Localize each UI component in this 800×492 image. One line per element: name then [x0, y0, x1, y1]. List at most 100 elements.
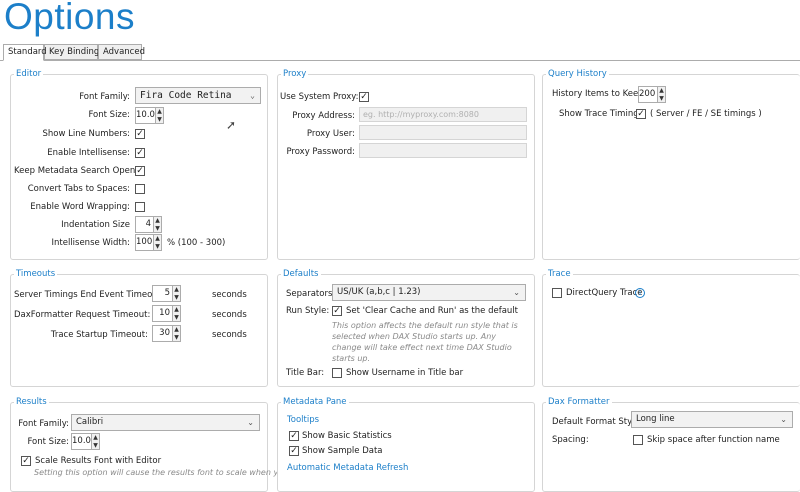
chevron-down-icon: ⌄ — [250, 91, 255, 100]
server-timings-timeout-input[interactable]: 5 — [152, 285, 173, 302]
mouse-cursor-icon: ➚ — [226, 118, 237, 132]
show-sample-data-label: Show Sample Data — [302, 446, 383, 456]
defaults-group-title: Defaults — [281, 269, 321, 279]
convert-tabs-label: Convert Tabs to Spaces: — [27, 184, 130, 194]
editor-font-size-stepper[interactable]: ▲ ▼ — [155, 107, 164, 124]
convert-tabs-checkbox[interactable] — [135, 184, 145, 194]
spin-up-icon[interactable]: ▲ — [92, 434, 99, 442]
info-icon[interactable]: i — [635, 288, 645, 298]
spin-down-icon[interactable]: ▼ — [658, 95, 665, 103]
chevron-down-icon: ⌄ — [513, 288, 520, 297]
scale-results-font-checkbox[interactable]: ✓ — [21, 456, 31, 466]
intellisense-width-input[interactable]: 100 — [135, 234, 154, 251]
daxformatter-timeout-unit: seconds — [212, 310, 247, 320]
skip-space-checkbox[interactable] — [633, 435, 643, 445]
history-items-stepper[interactable]: ▲ ▼ — [657, 86, 666, 103]
server-timings-timeout-label: Server Timings End Event Timeout: — [14, 290, 164, 300]
show-trace-timings-label: Show Trace Timings: — [559, 109, 646, 119]
daxformatter-timeout-label: DaxFormatter Request Timeout: — [14, 310, 151, 320]
page-title: Options — [4, 0, 136, 37]
spin-up-icon[interactable]: ▲ — [154, 235, 161, 243]
tab-standard[interactable]: Standard — [3, 44, 47, 61]
history-items-input[interactable]: 200 — [638, 86, 658, 103]
daxformatter-timeout-input[interactable]: 10 — [152, 305, 173, 322]
proxy-password-input[interactable] — [359, 143, 527, 158]
spin-up-icon[interactable]: ▲ — [658, 87, 665, 95]
proxy-group-title: Proxy — [281, 69, 309, 79]
spin-up-icon[interactable]: ▲ — [154, 217, 161, 225]
directquery-trace-label: DirectQuery Trace — [566, 288, 643, 298]
trace-timings-note: ( Server / FE / SE timings ) — [650, 109, 762, 119]
separators-label: Separators: — [286, 289, 336, 299]
run-style-note: This option affects the default run styl… — [332, 321, 518, 363]
tab-strip-divider — [0, 60, 800, 61]
query-history-group — [542, 74, 800, 260]
query-history-group-title: Query History — [546, 69, 609, 79]
proxy-password-label: Proxy Password: — [286, 147, 355, 157]
indentation-size-label: Indentation Size — [61, 220, 130, 230]
dax-formatter-group-title: Dax Formatter — [546, 397, 612, 407]
show-line-numbers-checkbox[interactable]: ✓ — [135, 129, 145, 139]
enable-intellisense-label: Enable Intellisense: — [47, 148, 130, 158]
proxy-address-label: Proxy Address: — [292, 111, 355, 121]
spin-down-icon[interactable]: ▼ — [173, 294, 180, 302]
results-font-size-input[interactable]: 10.0 — [71, 433, 92, 450]
tab-key-bindings[interactable]: Key Bindings — [44, 44, 104, 60]
intellisense-width-stepper[interactable]: ▲ ▼ — [153, 234, 162, 251]
spin-down-icon[interactable]: ▼ — [92, 442, 99, 450]
trace-startup-timeout-label: Trace Startup Timeout: — [50, 330, 148, 340]
spin-up-icon[interactable]: ▲ — [173, 326, 180, 334]
server-timings-timeout-stepper[interactable]: ▲ ▼ — [172, 285, 181, 302]
daxformatter-timeout-stepper[interactable]: ▲ ▼ — [172, 305, 181, 322]
chevron-down-icon: ⌄ — [780, 415, 787, 424]
separators-dropdown[interactable]: US/UK (a,b,c | 1.23) ⌄ — [332, 284, 526, 301]
results-font-family-dropdown[interactable]: Calibri ⌄ — [71, 414, 260, 431]
server-timings-timeout-unit: seconds — [212, 290, 247, 300]
spin-down-icon[interactable]: ▼ — [154, 225, 161, 233]
spin-up-icon[interactable]: ▲ — [156, 108, 163, 116]
history-items-label: History Items to Keep: — [552, 89, 647, 99]
trace-startup-timeout-input[interactable]: 30 — [152, 325, 173, 342]
spin-up-icon[interactable]: ▲ — [173, 286, 180, 294]
intellisense-width-range: % (100 - 300) — [167, 238, 226, 248]
spin-down-icon[interactable]: ▼ — [173, 314, 180, 322]
spin-down-icon[interactable]: ▼ — [154, 243, 161, 251]
results-font-family-label: Font Family: — [18, 419, 69, 429]
tooltips-header: Tooltips — [287, 415, 320, 425]
editor-font-family-dropdown[interactable]: Fira Code Retina ⌄ — [135, 87, 261, 104]
show-trace-timings-checkbox[interactable]: ✓ — [636, 109, 646, 119]
show-basic-statistics-checkbox[interactable]: ✓ — [289, 431, 299, 441]
show-line-numbers-label: Show Line Numbers: — [42, 129, 131, 139]
use-system-proxy-checkbox[interactable]: ✓ — [359, 92, 369, 102]
directquery-trace-checkbox[interactable] — [552, 288, 562, 298]
skip-space-label: Skip space after function name — [647, 435, 780, 445]
keep-metadata-search-open-checkbox[interactable]: ✓ — [135, 166, 145, 176]
proxy-address-input[interactable]: eg. http://myproxy.com:8080 — [359, 107, 527, 122]
spin-up-icon[interactable]: ▲ — [173, 306, 180, 314]
title-bar-label: Title Bar: — [286, 368, 325, 378]
chevron-down-icon: ⌄ — [247, 418, 254, 427]
indentation-size-stepper[interactable]: ▲ ▼ — [153, 216, 162, 233]
enable-intellisense-checkbox[interactable]: ✓ — [135, 148, 145, 158]
automatic-metadata-refresh-header: Automatic Metadata Refresh — [287, 463, 409, 473]
run-style-checkbox[interactable]: ✓ — [332, 306, 342, 316]
default-format-style-dropdown[interactable]: Long line ⌄ — [631, 411, 793, 428]
results-font-size-stepper[interactable]: ▲ ▼ — [91, 433, 100, 450]
word-wrapping-checkbox[interactable] — [135, 202, 145, 212]
default-format-style-value: Long line — [636, 414, 675, 424]
show-username-text: Show Username in Title bar — [346, 368, 464, 378]
spin-down-icon[interactable]: ▼ — [173, 334, 180, 342]
results-font-family-value: Calibri — [76, 417, 104, 427]
indentation-size-input[interactable]: 4 — [135, 216, 154, 233]
trace-startup-timeout-stepper[interactable]: ▲ ▼ — [172, 325, 181, 342]
spin-down-icon[interactable]: ▼ — [156, 116, 163, 124]
proxy-user-input[interactable] — [359, 125, 527, 140]
editor-font-size-input[interactable]: 10.0 — [135, 107, 156, 124]
results-group-title: Results — [14, 397, 49, 407]
word-wrapping-label: Enable Word Wrapping: — [30, 202, 130, 212]
intellisense-width-label: Intellisense Width: — [51, 238, 130, 248]
separators-value: US/UK (a,b,c | 1.23) — [337, 287, 421, 297]
tab-advanced[interactable]: Advanced — [98, 44, 145, 60]
show-sample-data-checkbox[interactable]: ✓ — [289, 446, 299, 456]
show-username-checkbox[interactable] — [332, 368, 342, 378]
